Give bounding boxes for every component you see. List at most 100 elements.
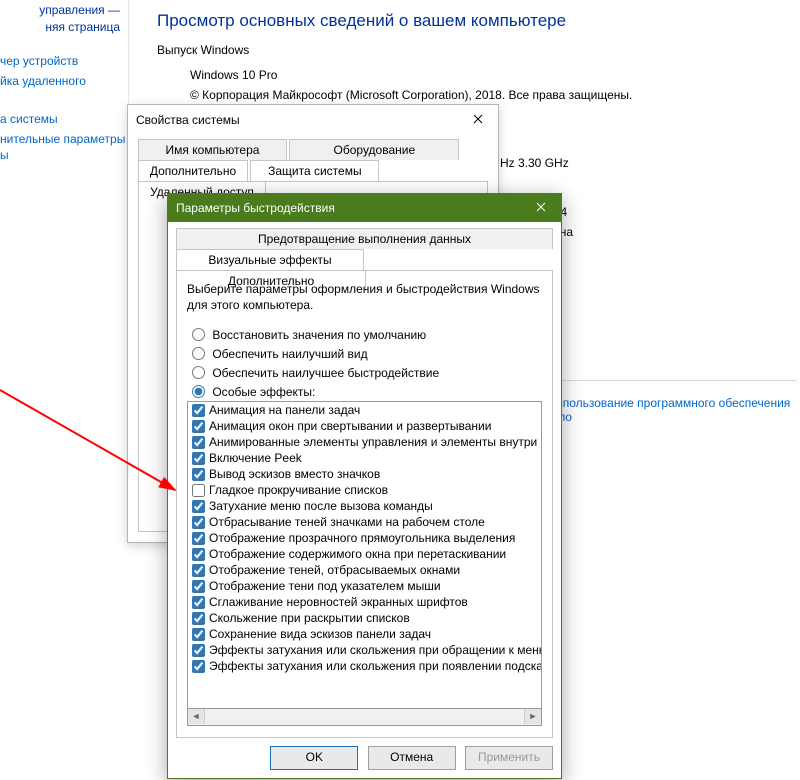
- scroll-right-icon[interactable]: ►: [524, 709, 541, 724]
- tab-system-protection[interactable]: Защита системы: [250, 160, 379, 181]
- tab-computer-name[interactable]: Имя компьютера: [138, 139, 287, 160]
- tab-hardware[interactable]: Оборудование: [289, 139, 459, 160]
- effect-item[interactable]: Отображение теней, отбрасываемых окнами: [188, 562, 541, 578]
- effect-item[interactable]: Гладкое прокручивание списков: [188, 482, 541, 498]
- effect-item[interactable]: Сохранение вида эскизов панели задач: [188, 626, 541, 642]
- effects-list[interactable]: Анимация на панели задач Анимация окон пр…: [187, 401, 542, 709]
- sidebar-item-advanced[interactable]: нительные параметры: [0, 132, 125, 146]
- radio-best-appearance[interactable]: Обеспечить наилучший вид: [187, 344, 542, 361]
- effect-label: Отображение тени под указателем мыши: [209, 579, 441, 593]
- radio-best-appearance-input[interactable]: [192, 347, 205, 360]
- effect-item[interactable]: Отображение тени под указателем мыши: [188, 578, 541, 594]
- ok-button[interactable]: OK: [270, 746, 358, 770]
- effect-item[interactable]: Вывод эскизов вместо значков: [188, 466, 541, 482]
- tab-visual-effects[interactable]: Визуальные эффекты: [176, 249, 364, 270]
- radio-best-performance[interactable]: Обеспечить наилучшее быстродействие: [187, 363, 542, 380]
- effect-checkbox[interactable]: [192, 580, 205, 593]
- effect-checkbox[interactable]: [192, 612, 205, 625]
- radio-best-performance-input[interactable]: [192, 366, 205, 379]
- effect-item[interactable]: Эффекты затухания или скольжения при поя…: [188, 658, 541, 674]
- performance-tabs-row-1: Предотвращение выполнения данных: [176, 228, 553, 249]
- performance-titlebar[interactable]: Параметры быстродействия: [168, 194, 561, 222]
- effect-item[interactable]: Отображение содержимого окна при перетас…: [188, 546, 541, 562]
- sidebar-item-device-manager[interactable]: чер устройств: [0, 54, 78, 68]
- performance-body: Предотвращение выполнения данных Визуаль…: [176, 228, 553, 738]
- dialog-buttons: OK Отмена Применить: [168, 738, 561, 778]
- cancel-button[interactable]: Отмена: [368, 746, 456, 770]
- close-icon[interactable]: [458, 105, 498, 135]
- system-tabs-row-1: Имя компьютера Оборудование: [138, 139, 488, 160]
- section-heading: Выпуск Windows: [157, 43, 249, 57]
- sidebar-heading-1: управления —: [0, 3, 120, 17]
- radio-custom[interactable]: Особые эффекты:: [187, 382, 542, 399]
- effect-checkbox[interactable]: [192, 500, 205, 513]
- effect-checkbox[interactable]: [192, 564, 205, 577]
- performance-title: Параметры быстродействия: [176, 201, 335, 215]
- effect-checkbox[interactable]: [192, 548, 205, 561]
- effect-item[interactable]: Эффекты затухания или скольжения при обр…: [188, 642, 541, 658]
- effect-label: Эффекты затухания или скольжения при обр…: [209, 643, 542, 657]
- effect-checkbox[interactable]: [192, 468, 205, 481]
- effect-item[interactable]: Затухание меню после вызова команды: [188, 498, 541, 514]
- effect-label: Вывод эскизов вместо значков: [209, 467, 380, 481]
- effect-checkbox[interactable]: [192, 596, 205, 609]
- effect-label: Анимация на панели задач: [209, 403, 360, 417]
- effect-checkbox[interactable]: [192, 484, 205, 497]
- effect-item[interactable]: Включение Peek: [188, 450, 541, 466]
- effect-label: Анимация окон при свертывании и разверты…: [209, 419, 491, 433]
- effect-label: Сглаживание неровностей экранных шрифтов: [209, 595, 468, 609]
- tab-dep[interactable]: Предотвращение выполнения данных: [176, 228, 553, 249]
- effect-item[interactable]: Отбрасывание теней значками на рабочем с…: [188, 514, 541, 530]
- effect-item[interactable]: Анимация окон при свертывании и разверты…: [188, 418, 541, 434]
- sidebar-item-protection[interactable]: а системы: [0, 112, 58, 126]
- radio-label: Обеспечить наилучший вид: [212, 347, 367, 361]
- system-properties-titlebar[interactable]: Свойства системы: [128, 105, 498, 135]
- effect-item[interactable]: Анимированные элементы управления и элем…: [188, 434, 541, 450]
- performance-tabs-row-2: Визуальные эффекты Дополнительно: [176, 249, 553, 270]
- effect-item[interactable]: Сглаживание неровностей экранных шрифтов: [188, 594, 541, 610]
- close-icon[interactable]: [521, 194, 561, 222]
- tab-advanced[interactable]: Дополнительно: [138, 160, 248, 181]
- scroll-left-icon[interactable]: ◄: [188, 709, 205, 724]
- effect-label: Отбрасывание теней значками на рабочем с…: [209, 515, 485, 529]
- effect-item[interactable]: Анимация на панели задач: [188, 402, 541, 418]
- activation-link[interactable]: а использование программного обеспечения…: [540, 396, 800, 424]
- sidebar: управления — няя страница чер устройств …: [0, 0, 129, 540]
- radio-restore-defaults[interactable]: Восстановить значения по умолчанию: [187, 325, 542, 342]
- effect-label: Отображение прозрачного прямоугольника в…: [209, 531, 515, 545]
- effect-item[interactable]: Отображение прозрачного прямоугольника в…: [188, 530, 541, 546]
- apply-button[interactable]: Применить: [465, 746, 553, 770]
- effect-label: Анимированные элементы управления и элем…: [209, 435, 542, 449]
- effect-checkbox[interactable]: [192, 404, 205, 417]
- effect-item[interactable]: Скольжение при раскрытии списков: [188, 610, 541, 626]
- system-tabs-row-2: Дополнительно Защита системы Удаленный д…: [138, 160, 488, 181]
- performance-options-dialog: Параметры быстродействия Предотвращение …: [167, 193, 562, 779]
- radio-restore-defaults-input[interactable]: [192, 328, 205, 341]
- radio-custom-input[interactable]: [192, 385, 205, 398]
- cpu-freq-fragment: Hz 3.30 GHz: [500, 156, 569, 170]
- sidebar-item-remote[interactable]: йка удаленного: [0, 74, 86, 88]
- effect-checkbox[interactable]: [192, 452, 205, 465]
- effect-checkbox[interactable]: [192, 660, 205, 673]
- effect-checkbox[interactable]: [192, 420, 205, 433]
- windows-edition: Windows 10 Pro: [190, 68, 277, 82]
- panel-description: Выберите параметры оформления и быстроде…: [187, 281, 542, 313]
- performance-mode-group: Восстановить значения по умолчанию Обесп…: [187, 325, 542, 399]
- effect-label: Гладкое прокручивание списков: [209, 483, 388, 497]
- effect-label: Отображение содержимого окна при перетас…: [209, 547, 506, 561]
- effect-checkbox[interactable]: [192, 532, 205, 545]
- effect-checkbox[interactable]: [192, 436, 205, 449]
- effect-label: Скольжение при раскрытии списков: [209, 611, 410, 625]
- effect-label: Отображение теней, отбрасываемых окнами: [209, 563, 460, 577]
- effect-checkbox[interactable]: [192, 516, 205, 529]
- effect-label: Эффекты затухания или скольжения при поя…: [209, 659, 542, 673]
- page-title: Просмотр основных сведений о вашем компь…: [157, 11, 566, 31]
- visual-effects-panel: Выберите параметры оформления и быстроде…: [176, 270, 553, 738]
- effect-checkbox[interactable]: [192, 644, 205, 657]
- horizontal-scrollbar[interactable]: ◄ ►: [187, 709, 542, 726]
- system-properties-title: Свойства системы: [136, 113, 240, 127]
- effect-checkbox[interactable]: [192, 628, 205, 641]
- effect-label: Включение Peek: [209, 451, 302, 465]
- radio-label: Обеспечить наилучшее быстродействие: [212, 366, 439, 380]
- sidebar-item-advanced-cont[interactable]: ы: [0, 148, 9, 162]
